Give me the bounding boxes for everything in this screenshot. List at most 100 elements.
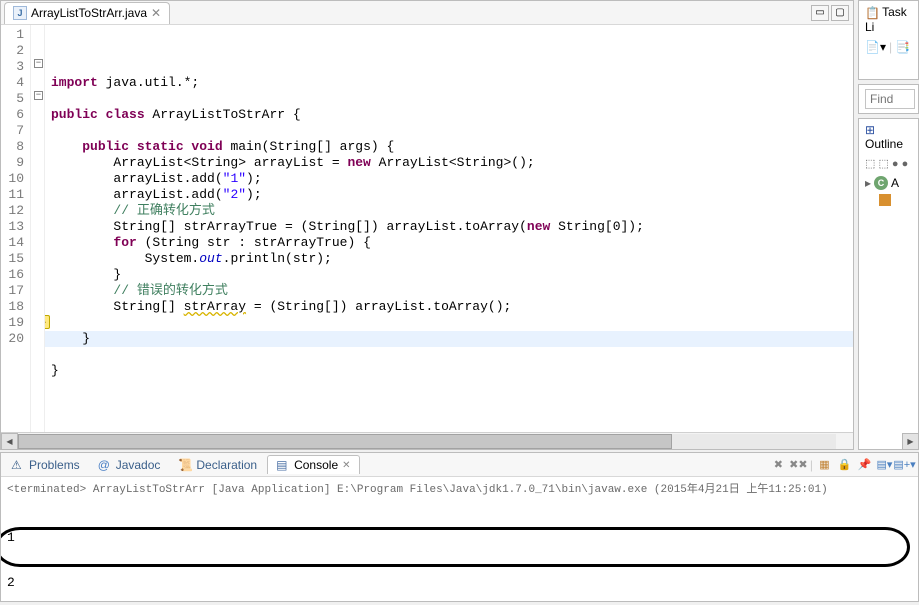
code-line[interactable]: String[] strArrayTrue = (String[]) array… [51,219,853,235]
tab-console-label: Console [294,458,338,472]
code-line[interactable] [51,315,853,331]
minimize-button[interactable]: ▭ [811,5,829,21]
scroll-left-icon[interactable]: ◀ [1,433,18,450]
line-number: 15 [1,251,24,267]
tab-problems[interactable]: ⚠ Problems [3,456,88,474]
line-number: 18 [1,299,24,315]
code-line[interactable] [51,123,853,139]
javadoc-icon: @ [98,458,112,472]
editor-tab-label: ArrayListToStrArr.java [31,6,147,20]
editor-pane: J ArrayListToStrArr.java ✕ ▭ ▢ 123456789… [0,0,854,450]
close-tab-icon[interactable]: ✕ [151,6,161,20]
code-line[interactable]: } [51,363,853,379]
class-icon: C [874,176,888,190]
line-number-gutter: 1234567891011121314151617181920 [1,25,31,432]
editor-tab-active[interactable]: J ArrayListToStrArr.java ✕ [4,2,170,24]
line-number: 6 [1,107,24,123]
scroll-lock-icon[interactable]: 🔒 [836,456,853,473]
outline-toolbar[interactable]: ⬚ ⬚ ● ● [865,157,912,170]
line-number: 8 [1,139,24,155]
line-number: 2 [1,43,24,59]
code-area[interactable]: import java.util.*; public class ArrayLi… [45,25,853,432]
open-console-icon[interactable]: ▤+▾ [896,456,913,473]
outline-class-label[interactable]: A [891,176,899,190]
line-number: 9 [1,155,24,171]
code-line[interactable]: System.out.println(str); [51,251,853,267]
code-line[interactable]: for (String str : strArrayTrue) { [51,235,853,251]
line-number: 10 [1,171,24,187]
problems-icon: ⚠ [11,458,25,472]
code-line[interactable]: ArrayList<String> arrayList = new ArrayL… [51,155,853,171]
display-selected-icon[interactable]: ▤▾ [876,456,893,473]
expand-icon[interactable]: ▸ [865,176,871,190]
outline-panel[interactable]: ⊞ Outline ⬚ ⬚ ● ● ▸ C A [858,118,919,450]
code-line[interactable]: import java.util.*; [51,75,853,91]
scroll-thumb[interactable] [18,434,672,449]
code-line[interactable]: } [51,267,853,283]
fold-column[interactable]: − − [31,25,45,432]
categories-icon[interactable]: 📑 [895,40,910,54]
tab-javadoc[interactable]: @ Javadoc [90,456,169,474]
task-list-icon: 📋 [865,6,879,20]
code-line[interactable]: // 正确转化方式 [51,203,853,219]
declaration-icon: 📜 [178,458,192,472]
tab-declaration[interactable]: 📜 Declaration [170,456,265,474]
line-number: 20 [1,331,24,347]
line-number: 7 [1,123,24,139]
code-line[interactable]: } [51,331,853,347]
line-number: 11 [1,187,24,203]
console-icon: ▤ [276,458,290,472]
code-line[interactable]: // 错误的转化方式 [51,283,853,299]
divider-icon: | [889,40,892,54]
console-terminated-info: <terminated> ArrayListToStrArr [Java App… [1,477,918,499]
code-line[interactable]: public class ArrayListToStrArr { [51,107,853,123]
console-toolbar: ✖ ✖✖ | ▦ 🔒 📌 ▤▾ ▤+▾ [770,456,916,473]
line-number: 16 [1,267,24,283]
tab-declaration-label: Declaration [196,458,257,472]
remove-all-icon[interactable]: ✖✖ [790,456,807,473]
line-number: 3 [1,59,24,75]
clear-console-icon[interactable]: ▦ [816,456,833,473]
console-line: 2 [7,575,912,590]
line-number: 17 [1,283,24,299]
line-number: 19 [1,315,24,331]
find-input[interactable] [865,89,915,109]
code-line[interactable] [51,379,853,395]
line-number: 1 [1,27,24,43]
close-view-icon[interactable]: ✕ [342,460,350,471]
code-line[interactable]: arrayList.add("2"); [51,187,853,203]
method-icon [879,194,891,206]
tab-javadoc-label: Javadoc [116,458,161,472]
editor-tabbar: J ArrayListToStrArr.java ✕ ▭ ▢ [1,1,853,25]
code-line[interactable]: public static void main(String[] args) { [51,139,853,155]
outline-icon: ⊞ [865,123,875,137]
pin-console-icon[interactable]: 📌 [856,456,873,473]
remove-launch-icon[interactable]: ✖ [770,456,787,473]
code-line[interactable]: String[] strArray = (String[]) arrayList… [51,299,853,315]
bottom-tabbar: ⚠ Problems @ Javadoc 📜 Declaration ▤ Con… [1,453,918,477]
warning-gutter-icon[interactable]: ⚠ [45,315,50,329]
maximize-button[interactable]: ▢ [831,5,849,21]
editor-body[interactable]: 1234567891011121314151617181920 − − impo… [1,25,853,432]
line-number: 4 [1,75,24,91]
console-output[interactable]: 1 2 Exception in thread "main" java.lang… [1,499,918,601]
fold-marker-icon[interactable]: − [34,59,43,68]
fold-marker-icon[interactable]: − [34,91,43,100]
right-sidebar: 📋 Task Li 📄▾ | 📑 ⊞ Outline ⬚ ⬚ ● ● ▸ C A [854,0,919,450]
new-task-icon[interactable]: 📄▾ [865,40,886,54]
tab-console[interactable]: ▤ Console ✕ [267,455,359,474]
java-file-icon: J [13,6,27,20]
horizontal-scrollbar[interactable]: ◀ ▶ [1,432,853,449]
line-number: 5 [1,91,24,107]
tab-problems-label: Problems [29,458,80,472]
task-list-panel[interactable]: 📋 Task Li 📄▾ | 📑 [858,0,919,80]
console-line: 1 [7,530,912,545]
code-line[interactable] [51,91,853,107]
code-line[interactable]: arrayList.add("1"); [51,171,853,187]
outline-title: Outline [865,137,903,151]
line-number: 14 [1,235,24,251]
find-panel [858,84,919,114]
scroll-track[interactable] [18,434,836,449]
code-line[interactable] [51,347,853,363]
scroll-right-icon[interactable]: ▶ [902,433,919,450]
